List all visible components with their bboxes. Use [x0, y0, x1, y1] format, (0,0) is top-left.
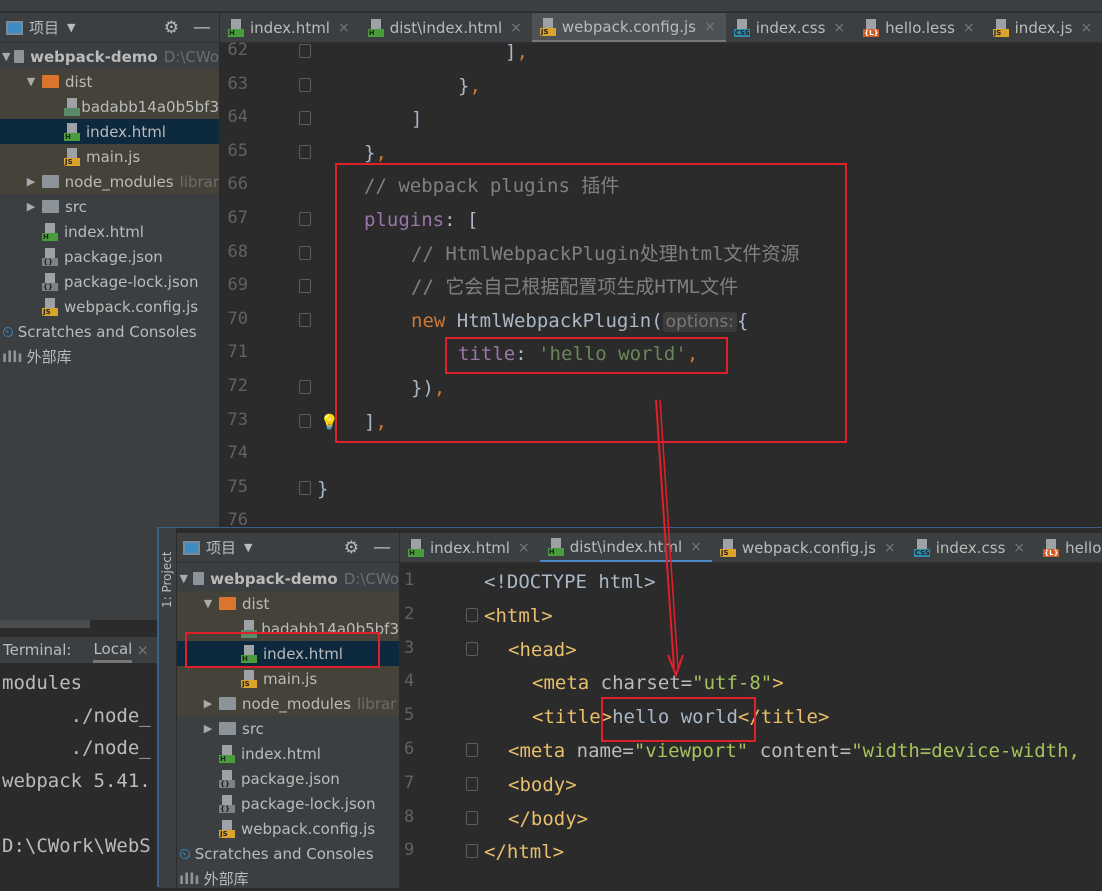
annotation-arrow	[655, 399, 684, 678]
